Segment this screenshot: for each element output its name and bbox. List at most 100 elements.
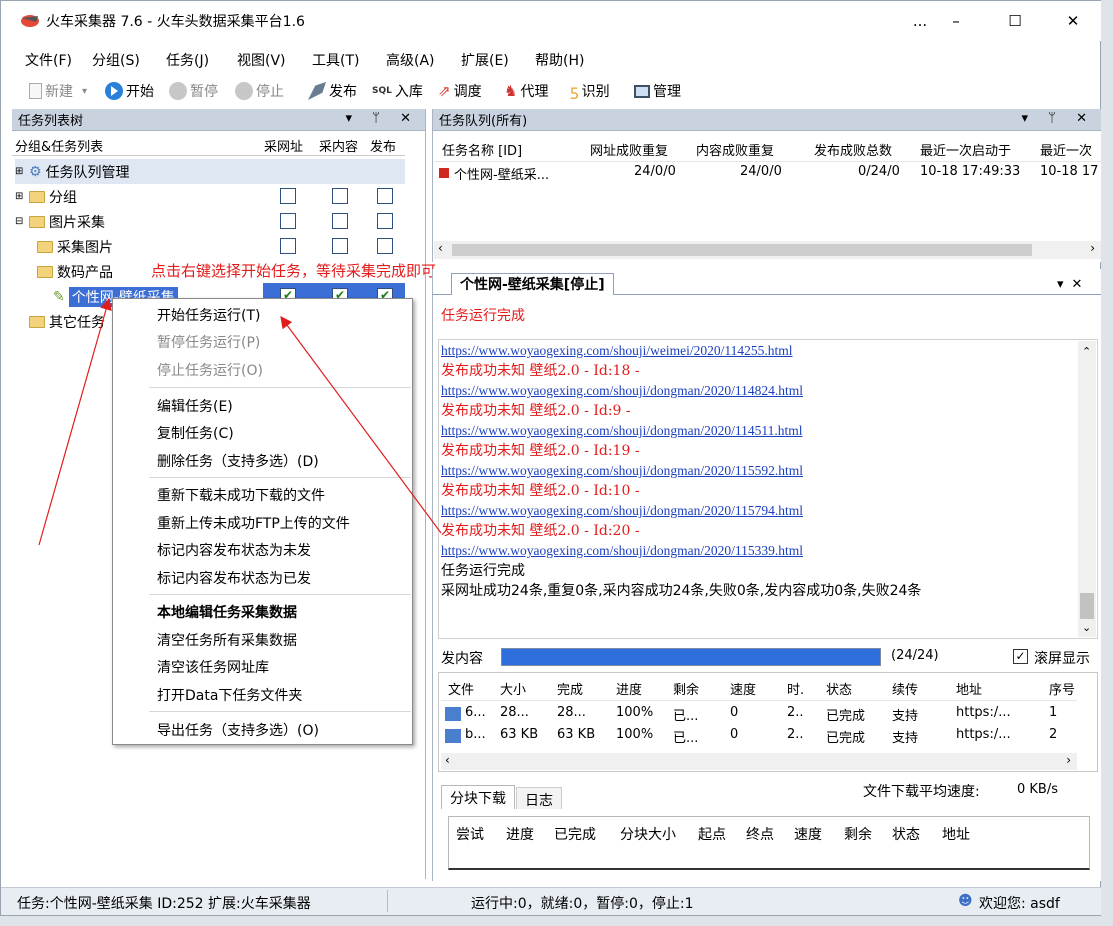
maximize-button[interactable]: ☐ xyxy=(986,1,1044,41)
new-file-icon xyxy=(29,83,42,99)
app-logo-icon xyxy=(21,15,39,27)
task-icon: ✎ xyxy=(53,288,65,305)
stopped-icon xyxy=(439,168,449,178)
folder-icon xyxy=(29,215,45,228)
manage-button[interactable]: 管理 xyxy=(634,80,681,102)
tab-task-detail[interactable]: 个性网-壁纸采集[停止] xyxy=(451,273,614,295)
log-line: 发布成功未知 壁纸2.0 - Id:18 - xyxy=(441,363,640,379)
jpg-file-icon xyxy=(445,729,461,743)
schedule-icon: ⇗ xyxy=(438,82,451,100)
main-window: 火车采集器 7.6 - 火车头数据采集平台1.6 ... – ☐ ✕ 文件(F)… xyxy=(0,0,1101,916)
minimize-button[interactable]: – xyxy=(927,1,985,41)
checkbox-publish[interactable] xyxy=(377,238,393,254)
file-row[interactable]: 6... 28... 28... 100% 已... 0 2.. 已完成 支持 … xyxy=(441,703,1077,725)
menu-clear-url-db[interactable]: 清空该任务网址库 xyxy=(157,657,269,677)
log-line[interactable]: https://www.woyaogexing.com/shouji/dongm… xyxy=(441,461,1077,481)
log-scrollbar[interactable]: ⌃ ⌄ xyxy=(1078,341,1096,637)
menu-group[interactable]: 分组(S) xyxy=(92,50,140,70)
file-row[interactable]: b... 63 KB 63 KB 100% 已... 0 2.. 已完成 支持 … xyxy=(441,725,1077,747)
panel-controls[interactable]: ▾ ᛘ ✕ xyxy=(1022,111,1095,126)
start-button[interactable]: 开始 xyxy=(105,80,154,102)
queue-row[interactable]: 个性网-壁纸采... 24/0/0 24/0/0 0/24/0 10-18 17… xyxy=(434,162,1101,184)
log-line[interactable]: https://www.woyaogexing.com/shouji/dongm… xyxy=(441,541,1077,561)
proxy-button[interactable]: ♞ 代理 xyxy=(504,80,548,102)
toolbar: 新建 ▾ 开始 暂停 停止 发布 SQL 入库 ⇗ 调度 ♞ 代理 ƽ 识别 管… xyxy=(1,77,1101,105)
menu-extend[interactable]: 扩展(E) xyxy=(461,50,509,70)
tab-log[interactable]: 日志 xyxy=(516,787,562,809)
menu-separator xyxy=(149,594,411,595)
menu-reupload-ftp[interactable]: 重新上传未成功FTP上传的文件 xyxy=(157,513,350,533)
log-line[interactable]: https://www.woyaogexing.com/shouji/dongm… xyxy=(441,501,1077,521)
close-button[interactable]: ✕ xyxy=(1044,1,1102,41)
schedule-button[interactable]: ⇗ 调度 xyxy=(438,80,482,102)
checkbox-publish[interactable] xyxy=(377,213,393,229)
task-status-text: 任务运行完成 xyxy=(441,308,525,324)
checkbox-url[interactable] xyxy=(280,188,296,204)
menu-start-task[interactable]: 开始任务运行(T) xyxy=(157,305,260,325)
menu-help[interactable]: 帮助(H) xyxy=(535,50,584,70)
menu-copy-task[interactable]: 复制任务(C) xyxy=(157,423,234,443)
menu-advanced[interactable]: 高级(A) xyxy=(386,50,435,70)
menu-clear-data[interactable]: 清空任务所有采集数据 xyxy=(157,630,297,650)
user-icon: ☻ xyxy=(958,893,973,909)
log-line[interactable]: https://www.woyaogexing.com/shouji/weime… xyxy=(441,341,1077,361)
menu-pause-task[interactable]: 暂停任务运行(P) xyxy=(157,332,260,352)
checkbox-content[interactable] xyxy=(332,188,348,204)
file-hscrollbar[interactable]: ‹ › xyxy=(441,753,1077,770)
stop-button[interactable]: 停止 xyxy=(235,80,284,102)
checkbox-publish[interactable] xyxy=(377,188,393,204)
publish-button[interactable]: 发布 xyxy=(308,80,357,102)
play-icon xyxy=(105,82,123,100)
menu-edit-task[interactable]: 编辑任务(E) xyxy=(157,396,233,416)
satellite-icon xyxy=(308,82,326,100)
queue-hscrollbar[interactable]: ‹ › xyxy=(434,241,1101,259)
status-welcome: 欢迎您: asdf xyxy=(979,896,1060,912)
menu-stop-task[interactable]: 停止任务运行(O) xyxy=(157,360,263,380)
menu-export-task[interactable]: 导出任务（支持多选）(O) xyxy=(157,720,319,740)
identify-icon: ƽ xyxy=(570,82,579,100)
log-line[interactable]: https://www.woyaogexing.com/shouji/dongm… xyxy=(441,421,1077,441)
status-bar: 任务:个性网-壁纸采集 ID:252 扩展:火车采集器 运行中:0，就绪:0，暂… xyxy=(1,887,1101,915)
title-bar: 火车采集器 7.6 - 火车头数据采集平台1.6 ... – ☐ ✕ xyxy=(1,1,1101,41)
log-line: 发布成功未知 壁纸2.0 - Id:19 - xyxy=(441,443,640,459)
avg-speed-value: 0 KB/s xyxy=(1017,782,1058,797)
menu-redownload[interactable]: 重新下载未成功下载的文件 xyxy=(157,485,325,505)
menu-view[interactable]: 视图(V) xyxy=(237,50,286,70)
menu-mark-unpublished[interactable]: 标记内容发布状态为未发 xyxy=(157,540,311,560)
tab-controls[interactable]: ▾✕ xyxy=(1057,277,1090,292)
menu-delete-task[interactable]: 删除任务（支持多选）(D) xyxy=(157,451,319,471)
panel-controls[interactable]: ▾ ᛘ ✕ xyxy=(346,111,419,126)
menu-separator xyxy=(149,477,411,478)
checkbox-url[interactable] xyxy=(280,213,296,229)
status-divider xyxy=(387,890,388,912)
menu-file[interactable]: 文件(F) xyxy=(25,50,72,70)
menu-bar: 文件(F) 分组(S) 任务(J) 视图(V) 工具(T) 高级(A) 扩展(E… xyxy=(1,45,1101,73)
menu-task[interactable]: 任务(J) xyxy=(166,50,209,70)
task-tree-header: 任务列表树 ▾ ᛘ ✕ xyxy=(12,109,425,131)
checkbox-url[interactable] xyxy=(280,238,296,254)
menu-separator xyxy=(149,387,411,388)
log-line: 发布成功未知 壁纸2.0 - Id:9 - xyxy=(441,403,631,419)
identify-button[interactable]: ƽ 识别 xyxy=(570,80,610,102)
gear-icon: ⚙ xyxy=(29,163,42,180)
checkbox-content[interactable] xyxy=(332,213,348,229)
import-button[interactable]: SQL 入库 xyxy=(372,80,423,102)
context-menu: 开始任务运行(T) 暂停任务运行(P) 停止任务运行(O) 编辑任务(E) 复制… xyxy=(112,298,413,745)
fullscreen-checkbox[interactable]: ✓ xyxy=(1013,649,1028,664)
progress-label: 发内容 xyxy=(441,651,483,667)
fullscreen-label: 滚屏显示 xyxy=(1034,651,1090,667)
menu-mark-published[interactable]: 标记内容发布状态为已发 xyxy=(157,568,311,588)
log-line[interactable]: https://www.woyaogexing.com/shouji/dongm… xyxy=(441,381,1077,401)
tab-chunk-download[interactable]: 分块下载 xyxy=(441,785,515,809)
menu-tools[interactable]: 工具(T) xyxy=(312,50,359,70)
folder-icon xyxy=(37,240,53,253)
log-line: 任务运行完成 xyxy=(441,563,525,579)
menu-local-edit-data[interactable]: 本地编辑任务采集数据 xyxy=(157,602,297,622)
checkbox-content[interactable] xyxy=(332,238,348,254)
pause-button[interactable]: 暂停 xyxy=(169,80,218,102)
tree-item-queue[interactable]: ⊞ ⚙ 任务队列管理 xyxy=(15,159,405,184)
queue-panel: 任务队列(所有) ▾ ᛘ ✕ xyxy=(432,109,1101,262)
menu-open-data-folder[interactable]: 打开Data下任务文件夹 xyxy=(157,685,302,705)
monitor-icon xyxy=(634,84,650,98)
new-button[interactable]: 新建 ▾ xyxy=(29,80,87,102)
